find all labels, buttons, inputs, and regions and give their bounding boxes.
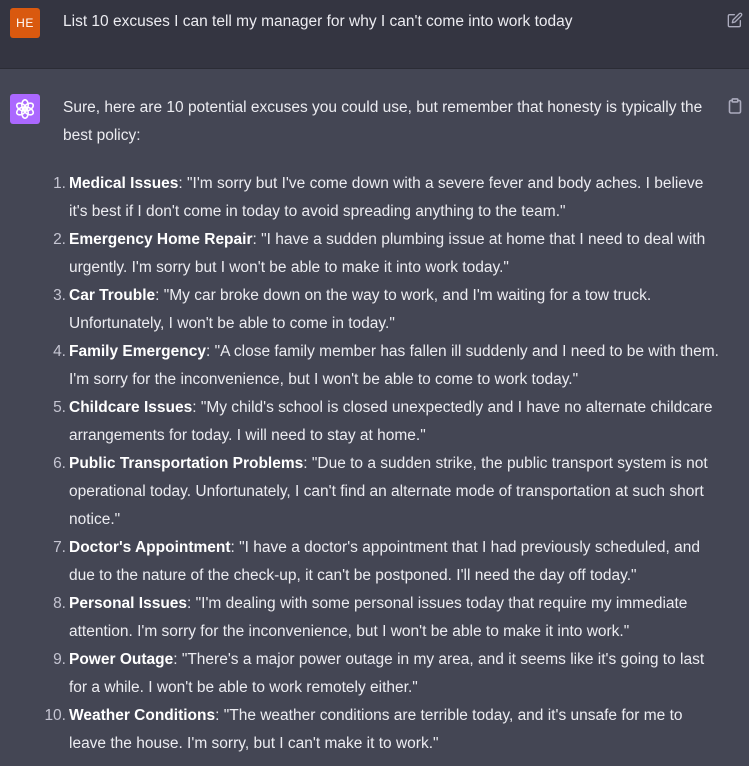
list-item-number: 7.	[53, 539, 66, 556]
response-intro: Sure, here are 10 potential excuses you …	[63, 99, 703, 144]
list-item: 5. Childcare Issues: "My child's school i…	[53, 394, 723, 450]
list-item-number: 4.	[53, 343, 66, 360]
list-item: 1. Medical Issues: "I'm sorry but I've co…	[53, 170, 723, 226]
list-item-number: 6.	[53, 455, 66, 472]
user-message-row: HE List 10 excuses I can tell my manager…	[0, 0, 749, 69]
list-item: 9. Power Outage: "There's a major power o…	[53, 646, 723, 702]
list-item: 3. Car Trouble: "My car broke down on the…	[53, 282, 723, 338]
list-item-title: Family Emergency	[69, 343, 206, 360]
list-item-title: Public Transportation Problems	[69, 455, 304, 472]
excuse-list: 1. Medical Issues: "I'm sorry but I've co…	[44, 170, 723, 758]
list-item-title: Personal Issues	[69, 595, 188, 612]
list-item-number: 8.	[53, 595, 66, 612]
list-item-title: Weather Conditions	[69, 707, 216, 724]
list-item-title: Emergency Home Repair	[69, 231, 253, 248]
list-item: 10. Weather Conditions: "The weather cond…	[44, 702, 723, 758]
list-item: 7. Doctor's Appointment: "I have a doctor…	[53, 534, 723, 590]
list-item-title: Doctor's Appointment	[69, 539, 231, 556]
list-item-number: 3.	[53, 287, 66, 304]
list-item: 6. Public Transportation Problems: "Due t…	[53, 450, 723, 534]
list-item-number: 2.	[53, 231, 66, 248]
list-item-number: 9.	[53, 651, 66, 668]
list-item: 2. Emergency Home Repair: "I have a sudde…	[53, 226, 723, 282]
assistant-avatar	[10, 94, 40, 124]
user-avatar: HE	[10, 8, 40, 38]
clipboard-icon[interactable]	[728, 98, 744, 116]
list-item-number: 1.	[53, 175, 66, 192]
list-item-number: 5.	[53, 399, 66, 416]
list-item-title: Power Outage	[69, 651, 174, 668]
assistant-response: Sure, here are 10 potential excuses you …	[44, 94, 723, 758]
list-item-number: 10.	[44, 707, 66, 724]
list-item-title: Car Trouble	[69, 287, 156, 304]
user-prompt-text: List 10 excuses I can tell my manager fo…	[63, 13, 573, 30]
openai-logo-icon	[15, 99, 35, 119]
edit-icon[interactable]	[727, 12, 745, 30]
list-item-text: : "My car broke down on the way to work,…	[69, 287, 652, 332]
list-item: 8. Personal Issues: "I'm dealing with som…	[53, 590, 723, 646]
list-item-title: Medical Issues	[69, 175, 179, 192]
list-item-title: Childcare Issues	[69, 399, 193, 416]
list-item: 4. Family Emergency: "A close family memb…	[53, 338, 723, 394]
assistant-message-row: Sure, here are 10 potential excuses you …	[0, 69, 749, 766]
